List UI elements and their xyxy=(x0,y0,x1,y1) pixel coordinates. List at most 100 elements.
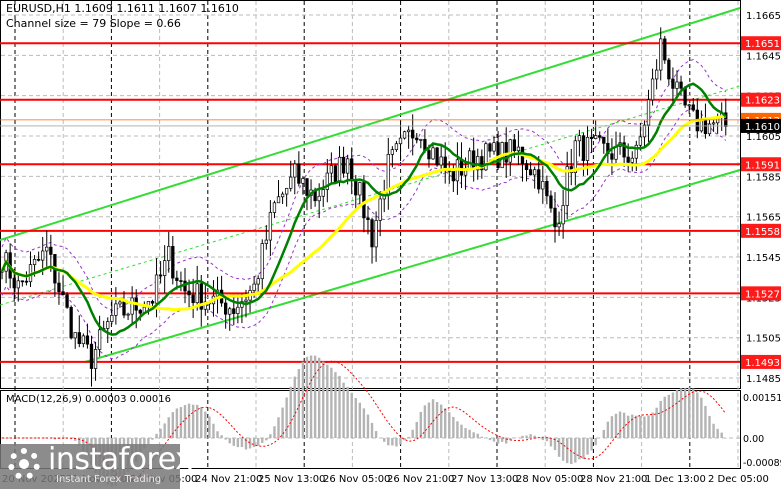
candle-body xyxy=(81,335,86,345)
logo-tagline: Instant Forex Trading xyxy=(56,474,162,485)
macd-histogram-bar xyxy=(529,434,532,438)
candle-body xyxy=(341,156,346,174)
macd-histogram-bar xyxy=(212,423,215,438)
macd-histogram-bar xyxy=(647,415,650,438)
y-tick-label: 1.1505 xyxy=(746,334,781,345)
level-price-label: 1.1527 xyxy=(745,289,780,300)
candle-body xyxy=(402,131,407,139)
macd-histogram-bar xyxy=(464,428,467,438)
macd-histogram-bar xyxy=(635,415,638,438)
candle-body xyxy=(65,294,69,308)
macd-histogram-bar xyxy=(590,438,593,451)
macd-histogram-bar xyxy=(472,432,475,438)
candle-body xyxy=(317,195,321,202)
price-chart: 1.16651.16451.16251.16051.15851.15651.15… xyxy=(0,0,781,487)
candle-body xyxy=(49,246,53,255)
candle-body xyxy=(118,301,122,305)
macd-histogram-bar xyxy=(407,436,410,438)
candle-body xyxy=(663,38,667,61)
candle-body xyxy=(85,335,90,345)
candle-body xyxy=(492,142,496,152)
candle-body xyxy=(252,283,256,291)
candle-body xyxy=(280,193,285,198)
macd-histogram-bar xyxy=(655,407,658,438)
candle-body xyxy=(626,156,630,163)
candle-body xyxy=(516,146,521,152)
candle-body xyxy=(512,139,516,152)
macd-histogram-bar xyxy=(228,438,231,444)
macd-histogram-bar xyxy=(716,428,719,438)
level-price-label: 1.1591 xyxy=(745,160,780,171)
candle-body xyxy=(276,196,281,204)
candle-body xyxy=(679,81,683,89)
x-tick-label: 24 Nov 21:00 xyxy=(195,474,262,485)
macd-histogram-bar xyxy=(370,422,374,438)
candle-body xyxy=(126,313,130,316)
candle-body xyxy=(451,170,456,182)
macd-histogram-bar xyxy=(301,361,305,438)
candle-body xyxy=(370,219,374,248)
macd-histogram-bar xyxy=(265,438,268,441)
macd-histogram-bar xyxy=(618,411,622,438)
macd-histogram-bar xyxy=(151,438,154,440)
macd-histogram-bar xyxy=(439,404,443,438)
candle-body xyxy=(366,217,370,221)
macd-histogram-bar xyxy=(179,407,183,438)
macd-histogram-bar xyxy=(358,402,362,438)
candle-body xyxy=(394,143,399,151)
y-tick-label: 1.1605 xyxy=(746,132,781,143)
candle-body xyxy=(73,332,77,339)
macd-histogram-bar xyxy=(561,438,565,461)
macd-histogram-bar xyxy=(586,438,589,455)
macd-histogram-bar xyxy=(549,438,553,447)
x-tick-label: 1 Dec 13:00 xyxy=(645,474,706,485)
candle-body xyxy=(435,147,439,166)
macd-histogram-bar xyxy=(159,428,162,438)
candle-body xyxy=(406,129,411,133)
macd-histogram-bar xyxy=(293,376,296,438)
candle-body xyxy=(553,207,557,228)
x-tick-label: 2 Dec 05:00 xyxy=(708,474,769,485)
macd-histogram-bar xyxy=(269,434,272,438)
macd-histogram-bar xyxy=(667,394,671,438)
level-price-label: 1.1623 xyxy=(745,96,780,107)
macd-histogram-bar xyxy=(395,438,398,447)
macd-histogram-bar xyxy=(708,416,711,438)
macd-histogram-bar xyxy=(175,408,179,438)
candle-body xyxy=(508,139,512,163)
candle-body xyxy=(297,163,301,184)
candle-body xyxy=(545,181,549,197)
candle-body xyxy=(459,159,464,176)
candle-body xyxy=(20,280,25,283)
macd-tick-label: 0.00151 xyxy=(743,393,781,404)
candle-body xyxy=(667,59,671,80)
macd-histogram-bar xyxy=(444,408,447,438)
macd-histogram-bar xyxy=(639,415,642,438)
candle-body xyxy=(524,163,529,171)
candle-body xyxy=(691,104,695,111)
macd-histogram-bar xyxy=(191,404,195,438)
macd-histogram-bar xyxy=(663,396,666,438)
macd-histogram-bar xyxy=(496,438,500,444)
macd-histogram-bar xyxy=(602,429,605,438)
candle-body xyxy=(97,329,102,350)
candle-body xyxy=(175,277,179,281)
macd-histogram-bar xyxy=(574,438,577,463)
macd-histogram-bar xyxy=(322,361,325,438)
macd-histogram-bar xyxy=(285,397,288,438)
candle-body xyxy=(431,147,435,160)
candle-body xyxy=(93,349,98,369)
macd-histogram-bar xyxy=(342,382,345,438)
candle-body xyxy=(260,243,264,280)
candle-body xyxy=(362,182,366,219)
level-price-label: 1.1493 xyxy=(745,358,780,369)
candle-body xyxy=(329,165,334,174)
candle-body xyxy=(158,274,163,277)
candle-body xyxy=(244,299,248,302)
macd-histogram-bar xyxy=(448,412,451,438)
candle-body xyxy=(187,290,191,296)
candle-body xyxy=(167,246,171,262)
macd-label: MACD(12,26,9) 0.00003 0.00016 xyxy=(6,394,172,405)
candle-body xyxy=(549,195,553,209)
macd-histogram-bar xyxy=(399,438,402,445)
